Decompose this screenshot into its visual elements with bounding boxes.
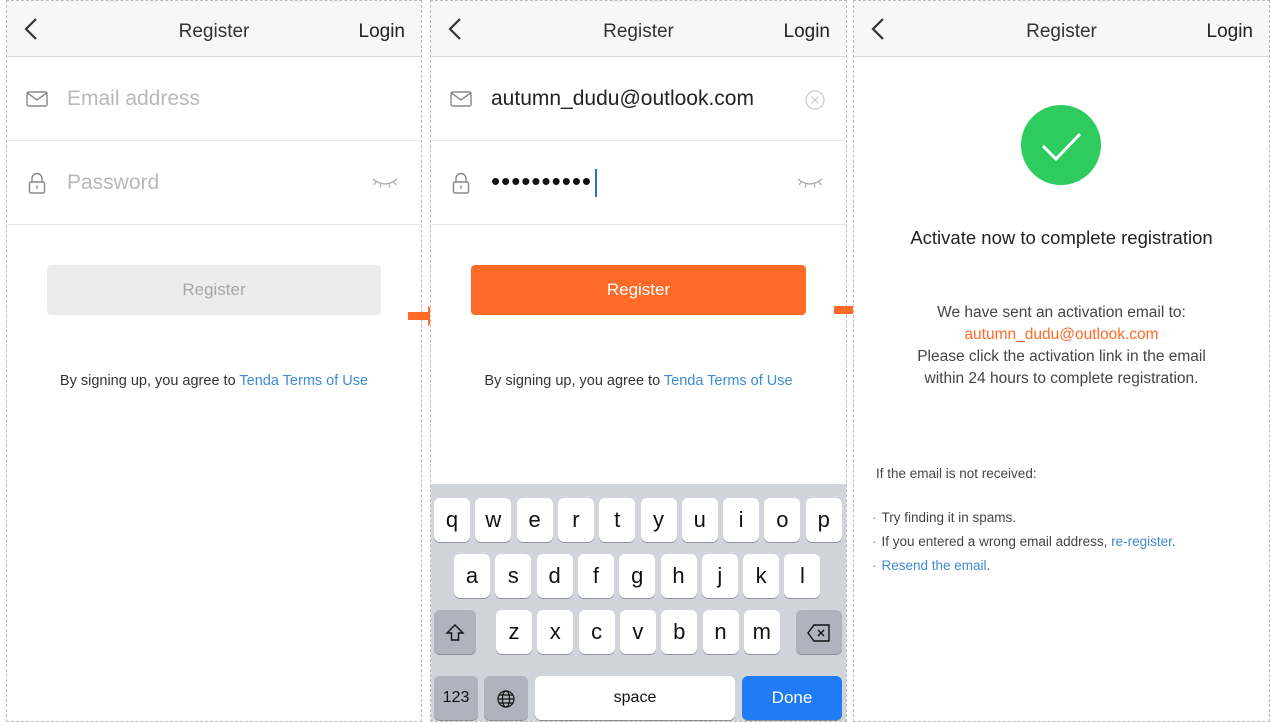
key-s[interactable]: s	[495, 554, 532, 598]
key-a[interactable]: a	[454, 554, 490, 598]
clear-input-icon[interactable]	[804, 89, 826, 111]
key-y[interactable]: y	[640, 498, 677, 542]
lock-icon	[28, 172, 46, 194]
sent-line: We have sent an activation email to:	[937, 304, 1186, 321]
numbers-key[interactable]: 123	[434, 676, 478, 720]
list-item: · Try finding it in spams.	[872, 510, 1017, 525]
backspace-icon	[807, 624, 830, 642]
help-title: If the email is not received:	[876, 466, 1037, 481]
help-list: · Try finding it in spams. · If you entere…	[872, 506, 1176, 578]
key-x[interactable]: x	[537, 610, 574, 654]
key-w[interactable]: w	[475, 498, 512, 542]
shift-key[interactable]	[434, 610, 476, 654]
activation-message: We have sent an activation email to: aut…	[874, 302, 1249, 390]
register-screen-empty: Register Login Register By signing up, y…	[6, 0, 422, 722]
activation-title: Activate now to complete registration	[910, 227, 1213, 248]
terms-text: By signing up, you agree to Tenda Terms …	[7, 373, 421, 389]
shift-icon	[445, 624, 465, 641]
lock-icon	[452, 172, 470, 194]
help-wrong-email-text: If you entered a wrong email address,	[881, 534, 1112, 549]
key-c[interactable]: c	[578, 610, 615, 654]
backspace-key[interactable]	[796, 610, 842, 654]
email-input[interactable]	[67, 81, 357, 117]
terms-text: By signing up, you agree to Tenda Terms …	[431, 373, 846, 389]
terms-of-use-link[interactable]: Tenda Terms of Use	[664, 373, 793, 389]
password-input[interactable]	[67, 165, 357, 201]
keyboard-row-4: 123 space Done	[431, 676, 846, 720]
key-h[interactable]: h	[660, 554, 697, 598]
key-v[interactable]: v	[619, 610, 656, 654]
key-j[interactable]: j	[701, 554, 738, 598]
key-b[interactable]: b	[661, 610, 698, 654]
login-link[interactable]: Login	[1207, 21, 1254, 43]
register-button[interactable]: Register	[47, 265, 381, 315]
instruction-line-2: within 24 hours to complete registration…	[924, 370, 1199, 387]
space-key[interactable]: space	[535, 676, 735, 720]
terms-of-use-link[interactable]: Tenda Terms of Use	[239, 373, 368, 389]
nav-bar: Register Login	[431, 1, 846, 57]
keyboard-row-1: qwertyuiop	[431, 498, 846, 542]
password-field-row: ••••••••••	[431, 141, 846, 225]
help-spam-text: Try finding it in spams.	[881, 510, 1017, 525]
password-input[interactable]: ••••••••••	[491, 163, 598, 199]
globe-key[interactable]	[484, 676, 528, 720]
key-q[interactable]: q	[434, 498, 470, 542]
terms-prefix: By signing up, you agree to	[484, 373, 664, 389]
eye-closed-icon[interactable]	[371, 175, 399, 191]
key-l[interactable]: l	[784, 554, 821, 598]
success-check-icon	[1021, 105, 1101, 185]
email-input[interactable]	[491, 81, 781, 117]
registered-email: autumn_dudu@outlook.com	[964, 326, 1159, 343]
text-caret	[595, 169, 598, 198]
key-k[interactable]: k	[743, 554, 780, 598]
instruction-line-1: Please click the activation link in the …	[917, 348, 1206, 365]
envelope-icon	[450, 91, 472, 107]
onscreen-keyboard: qwertyuiop asdfghjkl zxcvbnm 123 space D…	[431, 484, 846, 721]
keyboard-row-2: asdfghjkl	[431, 554, 846, 598]
key-z[interactable]: z	[496, 610, 532, 654]
help-3-suffix: .	[986, 558, 991, 573]
eye-closed-icon[interactable]	[796, 175, 824, 191]
key-i[interactable]: i	[723, 498, 760, 542]
resend-email-link[interactable]: Resend the email	[882, 558, 987, 573]
key-d[interactable]: d	[536, 554, 573, 598]
key-r[interactable]: r	[557, 498, 594, 542]
terms-prefix: By signing up, you agree to	[59, 373, 240, 389]
email-field-row	[7, 57, 421, 141]
nav-bar: Register Login	[854, 1, 1269, 57]
password-masked-value: ••••••••••	[491, 166, 593, 196]
key-g[interactable]: g	[619, 554, 656, 598]
keyboard-row-3: zxcvbnm	[431, 610, 846, 654]
key-e[interactable]: e	[516, 498, 553, 542]
nav-bar: Register Login	[7, 1, 421, 57]
key-n[interactable]: n	[702, 610, 739, 654]
login-link[interactable]: Login	[784, 21, 831, 43]
login-link[interactable]: Login	[359, 21, 406, 43]
register-button[interactable]: Register	[471, 265, 806, 315]
key-m[interactable]: m	[743, 610, 780, 654]
key-f[interactable]: f	[577, 554, 614, 598]
envelope-icon	[26, 91, 48, 107]
email-field-row	[431, 57, 846, 141]
help-2-suffix: .	[1171, 534, 1176, 549]
globe-icon	[497, 690, 515, 708]
password-field-row	[7, 141, 421, 225]
done-key[interactable]: Done	[742, 676, 842, 720]
register-screen-filled: Register Login •••••••••• Register By si…	[430, 0, 847, 722]
checkmark-icon	[1041, 132, 1082, 162]
activation-screen: Register Login Activate now to complete …	[853, 0, 1270, 722]
re-register-link[interactable]: re-register	[1111, 534, 1172, 549]
list-item: · Resend the email.	[872, 558, 991, 573]
key-o[interactable]: o	[764, 498, 801, 542]
list-item: · If you entered a wrong email address, r…	[872, 534, 1176, 549]
key-t[interactable]: t	[599, 498, 636, 542]
key-p[interactable]: p	[805, 498, 842, 542]
key-u[interactable]: u	[681, 498, 718, 542]
